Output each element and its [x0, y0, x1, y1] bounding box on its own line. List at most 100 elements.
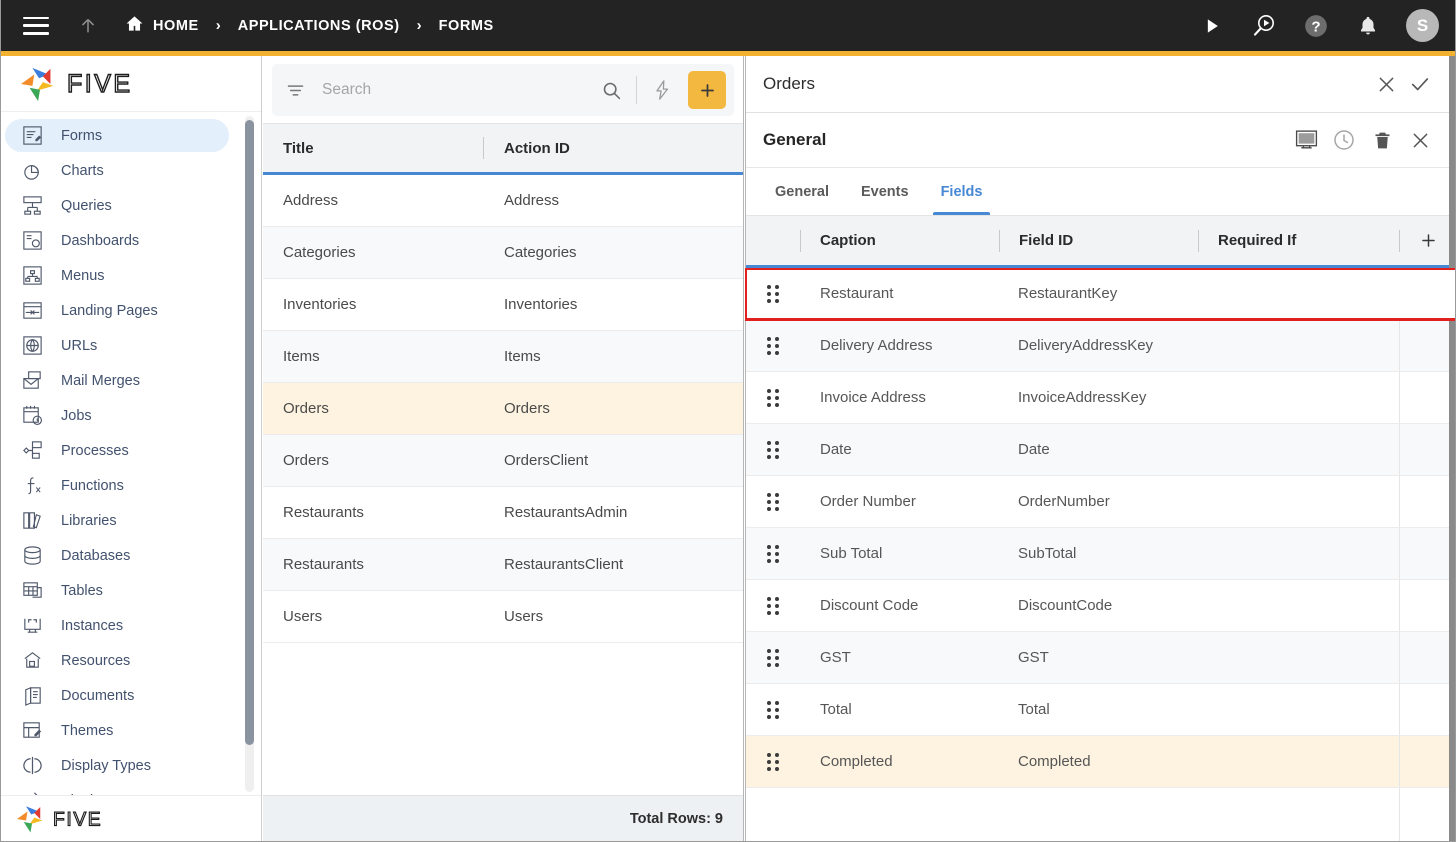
table-row[interactable]: Inventories Inventories	[263, 279, 743, 331]
tab-events[interactable]: Events	[845, 168, 925, 215]
sidebar-item-queries[interactable]: Queries	[1, 188, 261, 223]
sidebar-scrollbar-thumb[interactable]	[245, 120, 254, 745]
display-preview-icon[interactable]	[1287, 122, 1325, 158]
table-row[interactable]: Sub Total SubTotal	[745, 528, 1455, 580]
table-row[interactable]: Total Total	[745, 684, 1455, 736]
sidebar-footer-logo: FIVE	[1, 795, 261, 841]
close-icon[interactable]	[1401, 122, 1439, 158]
sidebar-item-processes[interactable]: Processes	[1, 433, 261, 468]
add-field-button[interactable]	[1400, 231, 1455, 250]
sidebar-item-plugins[interactable]: Plugins	[1, 783, 261, 795]
drag-handle-icon[interactable]	[745, 336, 801, 355]
table-row[interactable]: GST GST	[745, 632, 1455, 684]
avatar[interactable]: S	[1406, 9, 1439, 42]
run-icon[interactable]	[1198, 12, 1226, 40]
breadcrumb-item-forms[interactable]: FORMS	[439, 18, 494, 34]
sidebar-item-instances[interactable]: Instances	[1, 608, 261, 643]
column-header-title[interactable]: Title	[263, 124, 483, 172]
cell-field-id: SubTotal	[1018, 545, 1077, 562]
table-row[interactable]: Discount Code DiscountCode	[745, 580, 1455, 632]
help-icon[interactable]: ?	[1302, 12, 1330, 40]
cell-action-id: Inventories	[504, 296, 578, 313]
cell-divider	[1399, 684, 1400, 735]
home-icon	[125, 14, 144, 37]
notifications-icon[interactable]	[1354, 12, 1382, 40]
table-row[interactable]: Restaurants RestaurantsClient	[263, 539, 743, 591]
top-bar-actions: ? S	[1198, 0, 1439, 51]
brand-logo[interactable]: FIVE	[1, 56, 261, 112]
total-rows-label: Total Rows: 9	[629, 811, 723, 827]
column-header-required-if[interactable]: Required If	[1199, 232, 1399, 249]
table-row[interactable]: Date Date	[745, 424, 1455, 476]
arrow-up-icon[interactable]	[77, 15, 99, 37]
sidebar-label-dashboards: Dashboards	[61, 232, 140, 249]
table-row[interactable]: Restaurants RestaurantsAdmin	[263, 487, 743, 539]
add-form-button[interactable]	[688, 71, 726, 109]
drag-handle-icon[interactable]	[745, 544, 801, 563]
sidebar-item-forms[interactable]: Forms	[1, 118, 261, 153]
sidebar-label-functions: Functions	[61, 477, 124, 494]
forms-table-footer: Total Rows: 9	[263, 795, 743, 841]
preview-icon[interactable]	[1250, 12, 1278, 40]
sidebar-item-libraries[interactable]: Libraries	[1, 503, 261, 538]
table-row[interactable]: Delivery Address DeliveryAddressKey	[745, 320, 1455, 372]
filter-icon[interactable]	[280, 75, 310, 105]
cancel-icon[interactable]	[1369, 67, 1403, 101]
lightning-bolt-icon[interactable]	[647, 75, 677, 105]
table-row-selected[interactable]: Completed Completed	[745, 736, 1455, 788]
search-input[interactable]	[322, 81, 596, 99]
cell-action-id: OrdersClient	[504, 452, 589, 469]
detail-scrollbar-thumb[interactable]	[1449, 56, 1455, 841]
table-row[interactable]: Address Address	[263, 175, 743, 227]
breadcrumb-item-applications[interactable]: APPLICATIONS (ROS)	[238, 18, 400, 34]
drag-handle-icon[interactable]	[745, 648, 801, 667]
fields-table-body: Restaurant RestaurantKey Delivery Addres…	[745, 268, 1455, 841]
hamburger-menu-icon[interactable]	[23, 16, 49, 35]
drag-handle-icon[interactable]	[745, 388, 801, 407]
sidebar-item-landing-pages[interactable]: Landing Pages	[1, 293, 261, 328]
sidebar-item-themes[interactable]: Themes	[1, 713, 261, 748]
sidebar-item-charts[interactable]: Charts	[1, 153, 261, 188]
confirm-icon[interactable]	[1403, 67, 1437, 101]
detail-scrollbar-track[interactable]	[1449, 56, 1455, 841]
sidebar-item-documents[interactable]: Documents	[1, 678, 261, 713]
breadcrumb-item-home[interactable]: HOME	[125, 14, 199, 37]
libraries-icon	[19, 508, 45, 534]
sidebar-item-urls[interactable]: URLs	[1, 328, 261, 363]
sidebar-item-tables[interactable]: Tables	[1, 573, 261, 608]
sidebar-item-display-types[interactable]: Display Types	[1, 748, 261, 783]
cell-field-id: GST	[1018, 649, 1049, 666]
table-row-highlighted[interactable]: Restaurant RestaurantKey	[745, 268, 1455, 321]
search-icon[interactable]	[596, 75, 626, 105]
drag-handle-icon[interactable]	[745, 700, 801, 719]
table-row[interactable]: Invoice Address InvoiceAddressKey	[745, 372, 1455, 424]
drag-handle-icon[interactable]	[745, 492, 801, 511]
table-row[interactable]: Categories Categories	[263, 227, 743, 279]
table-row[interactable]: Order Number OrderNumber	[745, 476, 1455, 528]
cell-divider	[1399, 476, 1400, 527]
sidebar-label-tables: Tables	[61, 582, 103, 599]
drag-handle-icon[interactable]	[745, 440, 801, 459]
drag-handle-icon[interactable]	[745, 752, 801, 771]
sidebar-item-resources[interactable]: Resources	[1, 643, 261, 678]
themes-icon	[19, 718, 45, 744]
sidebar-item-jobs[interactable]: Jobs	[1, 398, 261, 433]
drag-handle-icon[interactable]	[745, 284, 801, 303]
column-header-action-id[interactable]: Action ID	[484, 124, 743, 172]
tab-fields[interactable]: Fields	[925, 168, 999, 215]
drag-handle-icon[interactable]	[745, 596, 801, 615]
table-row[interactable]: Items Items	[263, 331, 743, 383]
delete-icon[interactable]	[1363, 122, 1401, 158]
sidebar-item-databases[interactable]: Databases	[1, 538, 261, 573]
sidebar-item-menus[interactable]: Menus	[1, 258, 261, 293]
table-row[interactable]: Orders OrdersClient	[263, 435, 743, 487]
table-row[interactable]: Users Users	[263, 591, 743, 643]
history-icon[interactable]	[1325, 122, 1363, 158]
sidebar-item-functions[interactable]: Functions	[1, 468, 261, 503]
sidebar-item-mail-merges[interactable]: Mail Merges	[1, 363, 261, 398]
table-row-selected[interactable]: Orders Orders	[263, 383, 743, 435]
tab-general[interactable]: General	[759, 168, 845, 215]
column-header-field-id[interactable]: Field ID	[1000, 232, 1198, 249]
column-header-caption[interactable]: Caption	[801, 232, 999, 249]
sidebar-item-dashboards[interactable]: Dashboards	[1, 223, 261, 258]
